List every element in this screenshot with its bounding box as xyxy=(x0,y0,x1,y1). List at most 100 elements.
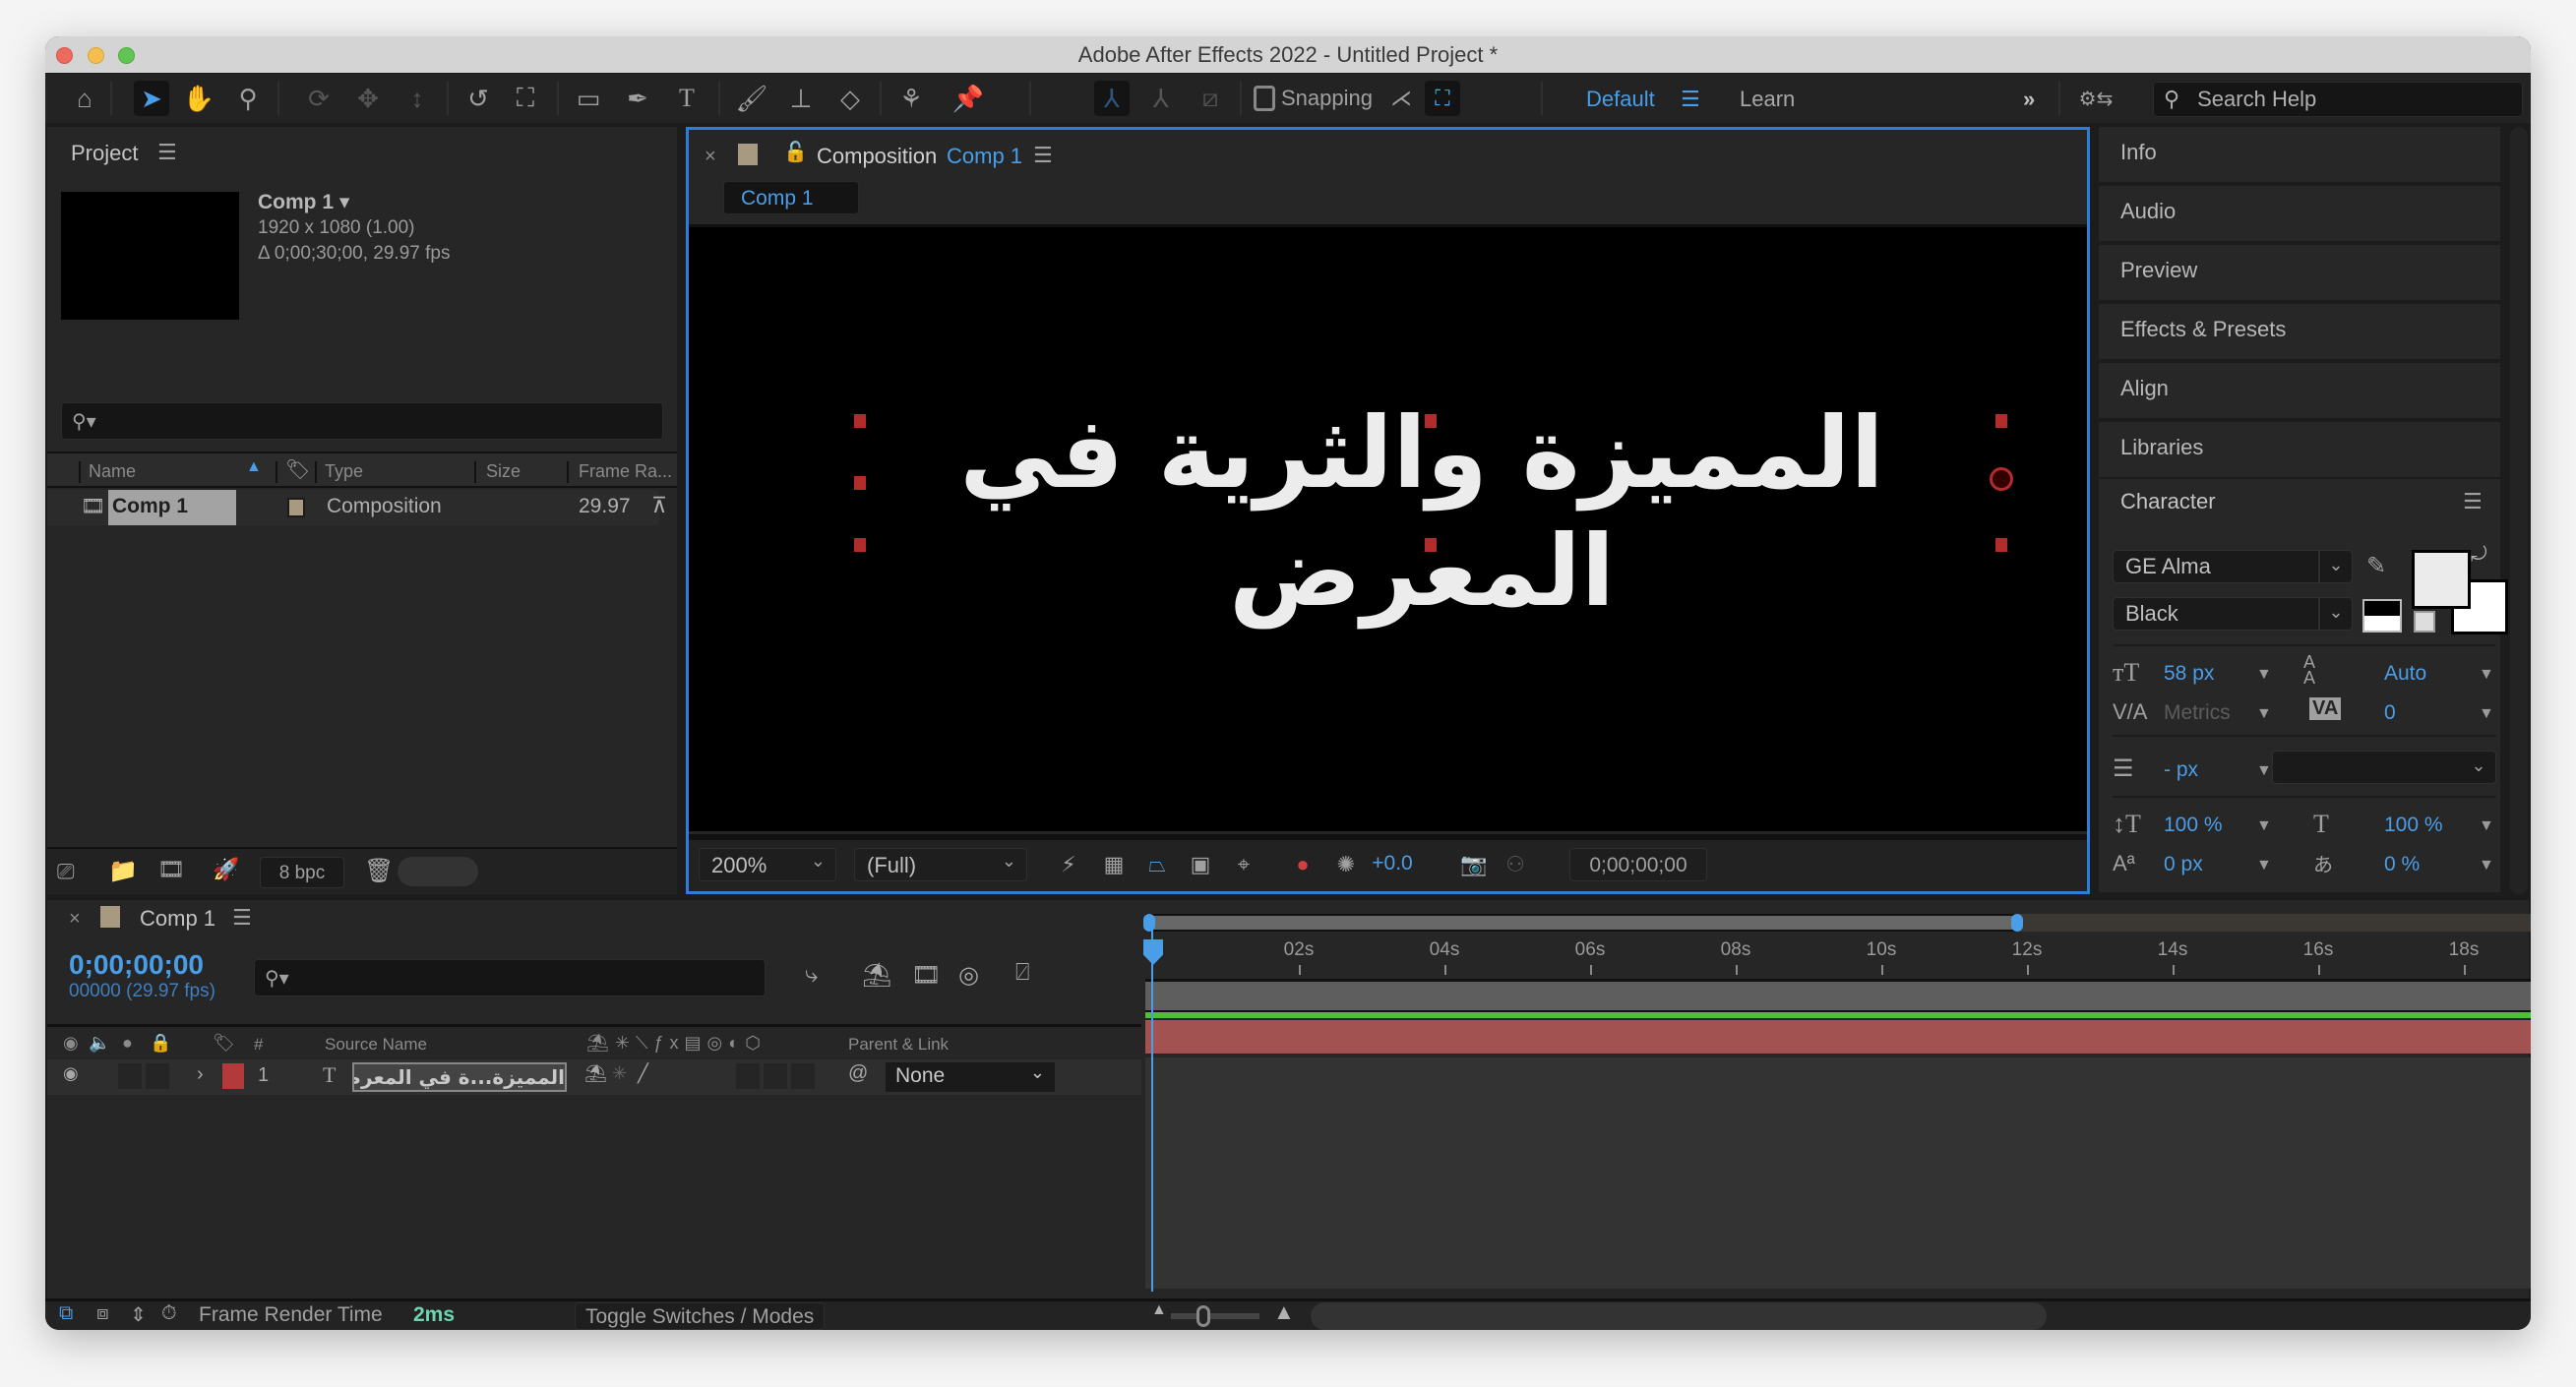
font-style-dropdown[interactable]: Black ⌄ xyxy=(2113,597,2353,631)
hand-tool-icon[interactable]: ✋ xyxy=(181,81,216,116)
font-size-value[interactable]: 58 px xyxy=(2164,662,2214,686)
switch-slot[interactable] xyxy=(736,1063,760,1089)
kerning-dropdown-icon[interactable]: ▼ xyxy=(2256,705,2272,723)
search-help-input[interactable]: ⚲ Search Help xyxy=(2153,82,2523,117)
rectangle-tool-icon[interactable]: ▭ xyxy=(571,81,606,116)
comp-info-name[interactable]: Comp 1 ▾ xyxy=(258,190,450,215)
layer-duration-bar[interactable] xyxy=(1145,1020,2531,1054)
swap-colors-icon[interactable]: ⤾ xyxy=(2471,544,2487,567)
anchor-point-icon[interactable] xyxy=(1990,467,2013,491)
feather-snap-icon[interactable]: ⛶ xyxy=(1425,81,1460,116)
world-axis-icon[interactable]: ⅄ xyxy=(1143,81,1179,116)
new-composition-icon[interactable]: 🎞 xyxy=(157,857,185,882)
interpret-footage-icon[interactable]: ⎚ xyxy=(57,859,75,884)
font-size-dropdown-icon[interactable]: ▼ xyxy=(2256,666,2272,684)
bounding-box-handle[interactable] xyxy=(854,538,866,552)
column-divider[interactable] xyxy=(79,461,81,483)
mask-visibility-icon[interactable]: ⏢ xyxy=(1143,852,1171,879)
timeline-ruler-area[interactable]: 0s02s04s06s08s10s12s14s16s18s ⟁ xyxy=(1143,900,2531,1298)
magnification-dropdown[interactable]: 200% ⌄ xyxy=(699,848,836,881)
home-icon[interactable]: ⌂ xyxy=(67,81,102,116)
sort-ascending-icon[interactable]: ▲ xyxy=(246,458,262,476)
channel-icon[interactable]: ● xyxy=(1289,852,1317,879)
work-area-range[interactable] xyxy=(1145,914,2019,932)
panel-info[interactable]: Info xyxy=(2099,127,2500,182)
tracking-value[interactable]: 0 xyxy=(2384,701,2396,725)
bounding-box-handle[interactable] xyxy=(854,476,866,490)
bounding-box-handle[interactable] xyxy=(1425,414,1437,428)
show-snapshot-icon[interactable]: ⚇ xyxy=(1502,852,1529,879)
eyedropper-icon[interactable]: ✎ xyxy=(2366,552,2386,580)
frame-blending-icon[interactable]: 🎞 xyxy=(911,961,941,990)
transfer-controls-pane-icon[interactable]: ⧈ xyxy=(96,1302,109,1325)
column-name[interactable]: Name xyxy=(89,461,136,482)
resolution-dropdown[interactable]: (Full) ⌄ xyxy=(854,848,1027,881)
bounding-box-handle[interactable] xyxy=(854,414,866,428)
puppet-pin-tool-icon[interactable]: 📌 xyxy=(951,81,986,116)
bounding-box-handle[interactable] xyxy=(1995,414,2007,428)
switch-slot[interactable] xyxy=(764,1063,787,1089)
font-family-dropdown[interactable]: GE Alma ⌄ xyxy=(2113,550,2353,583)
work-area-bar[interactable] xyxy=(1143,914,2531,932)
timeline-menu-icon[interactable]: ☰ xyxy=(232,905,252,931)
close-panel-icon[interactable]: × xyxy=(69,908,81,931)
composition-viewer[interactable]: المميزة والثرية في المعرض xyxy=(689,224,2087,831)
right-panel-scrollbar[interactable] xyxy=(2510,127,2528,894)
project-item-name[interactable]: Comp 1 xyxy=(108,490,236,525)
no-color-swatch[interactable] xyxy=(2414,611,2435,633)
stroke-type-dropdown[interactable]: ⌄ xyxy=(2272,751,2496,784)
bit-depth-button[interactable]: 8 bpc xyxy=(260,857,344,888)
sync-settings-icon[interactable]: ⚙⇆ xyxy=(2078,81,2114,116)
region-of-interest-icon[interactable]: ▣ xyxy=(1187,852,1214,879)
tracking-dropdown-icon[interactable]: ▼ xyxy=(2479,705,2494,723)
in-out-pane-icon[interactable]: ⇕ xyxy=(130,1302,147,1327)
column-divider[interactable] xyxy=(567,461,569,483)
motion-blur-icon[interactable]: ◎ xyxy=(958,961,979,990)
zoom-tool-icon[interactable]: ⚲ xyxy=(230,81,266,116)
reset-exposure-icon[interactable]: ✺ xyxy=(1332,852,1360,879)
adobe-media-encoder-icon[interactable]: 🚀 xyxy=(213,857,239,882)
timeline-zoom-slider[interactable] xyxy=(1171,1313,1259,1319)
work-area-end-handle[interactable] xyxy=(2011,914,2023,932)
render-time-pane-icon[interactable]: ⏱ xyxy=(161,1302,177,1325)
snapping-checkbox[interactable] xyxy=(1254,86,1275,111)
snap-options-icon[interactable]: ⋌ xyxy=(1383,81,1419,116)
bounding-box-handle[interactable] xyxy=(1425,538,1437,552)
composition-mini-flowchart-icon[interactable]: ⤷ xyxy=(805,961,818,989)
timeline-zoom-slider-thumb[interactable] xyxy=(1196,1305,1210,1327)
fast-previews-icon[interactable]: ⚡ xyxy=(1055,852,1082,879)
roto-brush-tool-icon[interactable]: ⚘ xyxy=(893,81,929,116)
solo-toggle[interactable] xyxy=(146,1063,169,1089)
trash-icon[interactable]: 🗑 xyxy=(364,857,394,885)
label-color-swatch[interactable] xyxy=(287,498,305,517)
project-item-row[interactable]: 🎞 Comp 1 Composition 29.97 xyxy=(47,490,659,525)
type-tool-icon[interactable]: T xyxy=(669,81,705,116)
layer-label-color[interactable] xyxy=(222,1063,244,1089)
snapping-toggle[interactable]: Snapping xyxy=(1254,86,1373,111)
character-menu-icon[interactable]: ☰ xyxy=(2463,489,2483,514)
timeline-layer-row[interactable]: ◉ › 1 T المميزة...ة في المعرض ⛱ ✳ ╱ @ No… xyxy=(47,1059,1141,1095)
rotation-tool-icon[interactable]: ↺ xyxy=(460,81,496,116)
fill-color-swatch[interactable] xyxy=(2412,550,2471,609)
view-axis-icon[interactable]: ⧄ xyxy=(1193,81,1228,116)
pen-tool-icon[interactable]: ✒ xyxy=(620,81,655,116)
orbit-camera-icon[interactable]: ⟳ xyxy=(301,81,337,116)
shy-switch-icon[interactable]: ⛱ xyxy=(584,1063,607,1084)
tsume-dropdown-icon[interactable]: ▼ xyxy=(2479,857,2494,874)
panel-libraries[interactable]: Libraries xyxy=(2099,422,2500,477)
comp-menu-icon[interactable]: ☰ xyxy=(1033,143,1053,168)
brush-tool-icon[interactable]: 🖌 xyxy=(734,81,769,116)
panel-audio[interactable]: Audio xyxy=(2099,186,2500,241)
vertical-scale-dropdown-icon[interactable]: ▼ xyxy=(2256,817,2272,835)
draft-3d-icon[interactable]: ⛱ xyxy=(862,961,891,990)
kerning-value[interactable]: Metrics xyxy=(2164,701,2231,725)
parent-dropdown[interactable]: None ⌄ xyxy=(886,1062,1055,1092)
timeline-tab-title[interactable]: Comp 1 xyxy=(140,906,215,932)
workspace-menu-icon[interactable]: ☰ xyxy=(1681,87,1700,112)
dolly-camera-icon[interactable]: ↕ xyxy=(399,81,435,116)
pick-whip-icon[interactable]: @ xyxy=(848,1062,868,1085)
playhead-line[interactable] xyxy=(1151,928,1153,1292)
workspace-overflow-icon[interactable]: » xyxy=(2023,87,2035,112)
column-divider[interactable] xyxy=(474,461,476,483)
close-panel-icon[interactable]: × xyxy=(705,146,716,168)
